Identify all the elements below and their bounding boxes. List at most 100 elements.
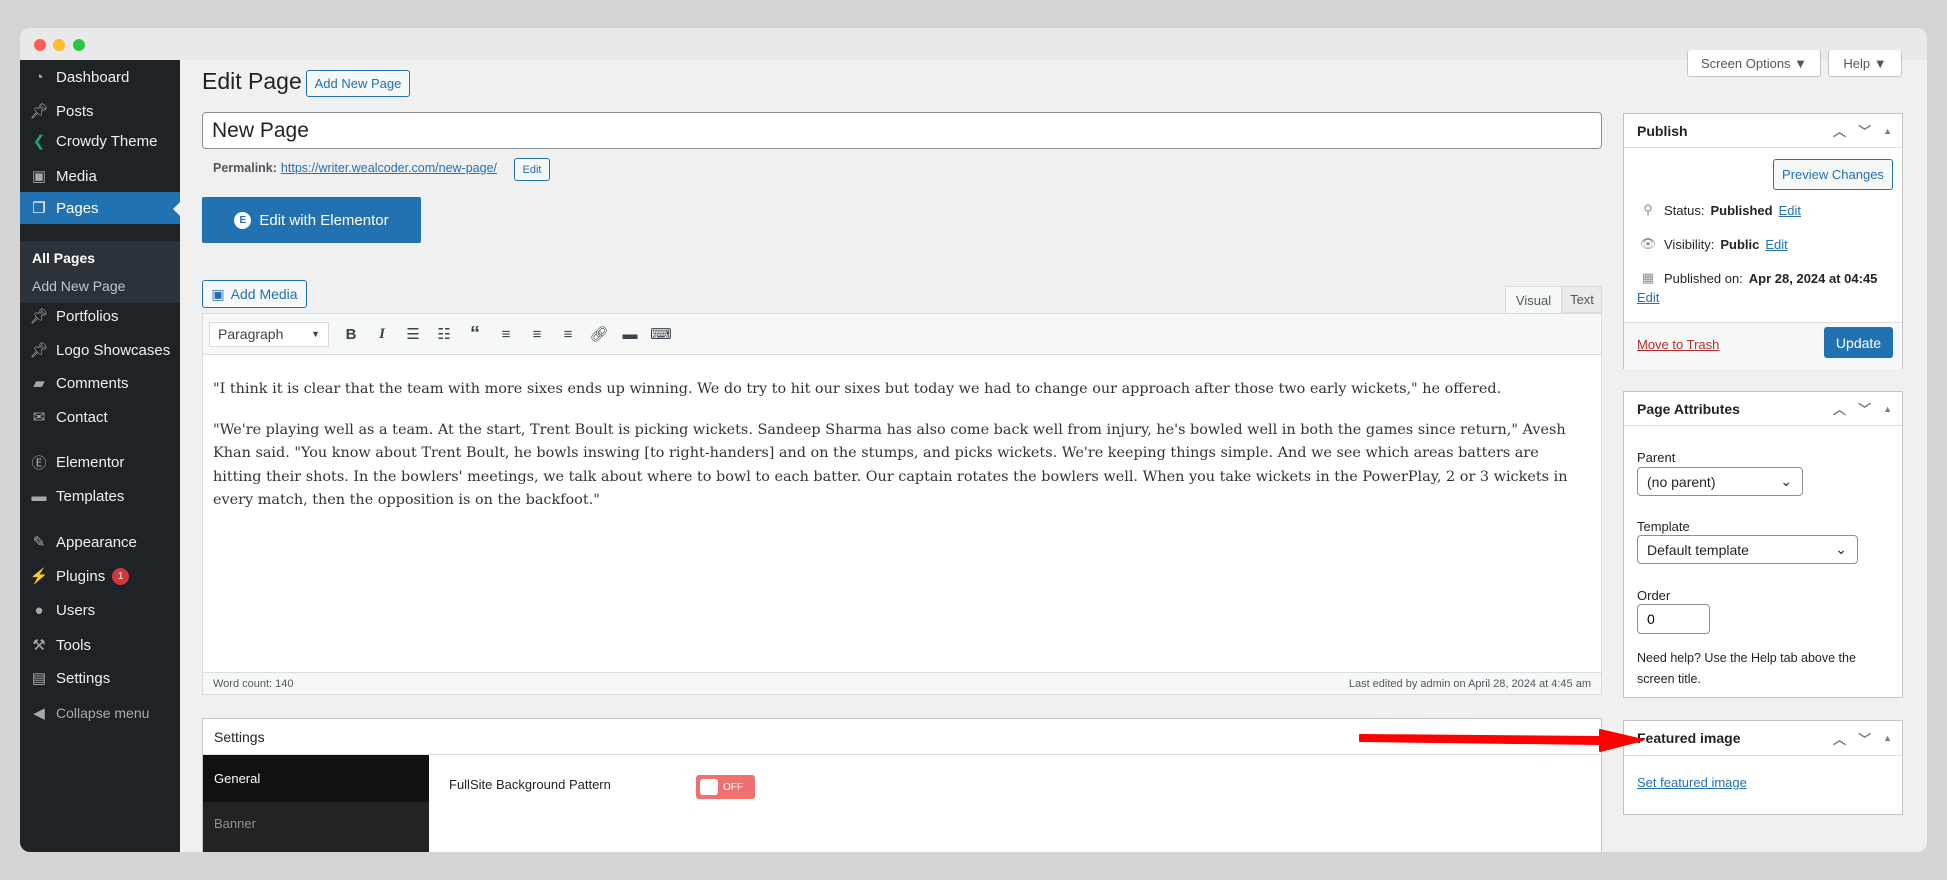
status-label: Status: bbox=[1664, 202, 1705, 218]
edit-with-elementor-button[interactable]: E Edit with Elementor bbox=[202, 197, 421, 243]
help-button[interactable]: Help ▼ bbox=[1828, 50, 1902, 77]
blockquote-icon[interactable]: “ bbox=[460, 323, 490, 346]
submenu-all-pages[interactable]: All Pages bbox=[32, 250, 95, 266]
sidebar-item-media[interactable]: ▣ Media bbox=[20, 159, 180, 193]
set-featured-image-link[interactable]: Set featured image bbox=[1637, 775, 1747, 790]
sidebar-item-portfolios[interactable]: 📌︎ Portfolios bbox=[20, 299, 180, 333]
settings-tab-banner[interactable]: Banner bbox=[203, 802, 429, 852]
sidebar-item-appearance[interactable]: ✎ Appearance bbox=[20, 525, 180, 559]
order-input[interactable] bbox=[1637, 604, 1710, 634]
sidebar-item-posts[interactable]: 📌︎ Posts bbox=[20, 94, 180, 128]
sidebar-item-settings[interactable]: ▤ Settings bbox=[20, 661, 180, 695]
sidebar-item-tools[interactable]: ⚒ Tools bbox=[20, 628, 180, 662]
sidebar-item-label: Collapse menu bbox=[56, 705, 150, 721]
add-new-page-button[interactable]: Add New Page bbox=[306, 70, 410, 97]
pin-icon: 📌︎ bbox=[29, 308, 49, 325]
toolbar-toggle-icon[interactable]: ⌨ bbox=[646, 325, 676, 343]
minimize-window-button[interactable] bbox=[53, 39, 65, 51]
elementor-button-label: Edit with Elementor bbox=[259, 211, 389, 229]
maximize-window-button[interactable] bbox=[73, 39, 85, 51]
move-to-trash-link[interactable]: Move to Trash bbox=[1637, 337, 1719, 352]
add-media-label: Add Media bbox=[230, 286, 298, 302]
read-more-icon[interactable]: ▬ bbox=[615, 326, 645, 343]
align-right-icon[interactable]: ≡ bbox=[553, 326, 583, 343]
sidebar-item-label: Tools bbox=[56, 636, 92, 654]
format-select[interactable]: Paragraph ▼ bbox=[209, 321, 329, 347]
add-media-button[interactable]: ▣ Add Media bbox=[202, 280, 307, 308]
format-value: Paragraph bbox=[218, 326, 284, 342]
move-down-icon[interactable]: ﹀ bbox=[1858, 121, 1871, 140]
post-title-input[interactable] bbox=[202, 112, 1602, 149]
link-icon[interactable]: 🔗︎ bbox=[584, 325, 614, 343]
title-bar bbox=[20, 28, 1927, 60]
elementor-icon: Ⓔ bbox=[31, 454, 47, 472]
user-icon: ● bbox=[34, 601, 44, 619]
collapse-toggle-icon[interactable]: ▲ bbox=[1883, 126, 1892, 136]
visibility-label: Visibility: bbox=[1664, 236, 1715, 252]
pages-icon: ❐ bbox=[32, 200, 46, 217]
italic-icon[interactable]: I bbox=[367, 326, 397, 343]
sidebar-item-collapse-menu[interactable]: ◀ Collapse menu bbox=[20, 696, 180, 730]
sidebar-item-users[interactable]: ● Users bbox=[20, 593, 180, 627]
permalink-link[interactable]: https://writer.wealcoder.com/new-page/ bbox=[281, 161, 497, 175]
wrench-icon: ⚒ bbox=[32, 637, 46, 654]
align-left-icon[interactable]: ≡ bbox=[491, 326, 521, 343]
sidebar-item-label: Users bbox=[56, 601, 96, 619]
pin-icon: 📌︎ bbox=[29, 103, 49, 120]
tab-text[interactable]: Text bbox=[1562, 286, 1602, 313]
move-down-icon[interactable]: ﹀ bbox=[1858, 399, 1871, 418]
sidebar-item-elementor[interactable]: Ⓔ Elementor bbox=[20, 445, 180, 479]
move-up-icon[interactable]: ︿ bbox=[1833, 729, 1846, 748]
paragraph: "I think it is clear that the team with … bbox=[213, 381, 1502, 397]
published-label: Published on: bbox=[1664, 270, 1743, 286]
parent-select[interactable]: (no parent) ⌄ bbox=[1637, 467, 1803, 496]
bold-icon[interactable]: B bbox=[336, 326, 366, 343]
align-center-icon[interactable]: ≡ bbox=[522, 326, 552, 343]
editor-content[interactable]: "I think it is clear that the team with … bbox=[213, 378, 1589, 530]
edit-date-link[interactable]: Edit bbox=[1637, 290, 1659, 305]
pin-icon: ⚲ bbox=[1643, 202, 1653, 217]
move-down-icon[interactable]: ﹀ bbox=[1858, 729, 1871, 748]
permalink-edit-button[interactable]: Edit bbox=[514, 158, 550, 181]
sidebar-item-label: Templates bbox=[56, 487, 125, 505]
edit-visibility-link[interactable]: Edit bbox=[1765, 237, 1787, 252]
fullsite-pattern-toggle[interactable]: OFF bbox=[696, 775, 755, 799]
sidebar-item-label: Crowdy Theme bbox=[56, 132, 158, 150]
sidebar-item-label: Settings bbox=[56, 669, 111, 687]
publish-actions: Move to Trash Update bbox=[1624, 322, 1902, 369]
sidebar-item-crowdy-theme[interactable]: ❮ Crowdy Theme bbox=[20, 124, 180, 158]
word-count: Word count: 140 bbox=[213, 677, 294, 690]
browser-window: All Pages Add New Page ◔ Dashboard 📌︎ Posts… bbox=[20, 28, 1927, 852]
toggle-knob bbox=[700, 779, 718, 795]
screen-options-button[interactable]: Screen Options ▼ bbox=[1687, 50, 1821, 77]
sidebar-item-label: Elementor bbox=[56, 453, 125, 471]
calendar-icon: ▦ bbox=[1641, 270, 1655, 285]
close-window-button[interactable] bbox=[34, 39, 46, 51]
elementor-icon: E bbox=[234, 211, 252, 229]
visibility-value: Public bbox=[1720, 236, 1760, 252]
collapse-toggle-icon[interactable]: ▲ bbox=[1883, 404, 1892, 414]
sidebar-item-contact[interactable]: ✉ Contact bbox=[20, 400, 180, 434]
mail-icon: ✉ bbox=[32, 409, 46, 426]
move-up-icon[interactable]: ︿ bbox=[1833, 121, 1846, 140]
move-up-icon[interactable]: ︿ bbox=[1833, 399, 1846, 418]
sidebar-item-dashboard[interactable]: ◔ Dashboard bbox=[20, 60, 180, 94]
sidebar-item-logo-showcases[interactable]: 📌︎ Logo Showcases bbox=[20, 333, 180, 367]
sidebar-item-plugins[interactable]: ⚡ Plugins 1 bbox=[20, 559, 180, 593]
template-select[interactable]: Default template ⌄ bbox=[1637, 535, 1858, 564]
bullet-list-icon[interactable]: ☰ bbox=[398, 325, 428, 343]
update-count-badge: 1 bbox=[112, 567, 130, 585]
tab-visual[interactable]: Visual bbox=[1505, 286, 1562, 314]
sidebar-item-pages[interactable]: ❐ Pages bbox=[20, 192, 180, 224]
sidebar-item-label: Plugins bbox=[56, 567, 106, 585]
preview-changes-button[interactable]: Preview Changes bbox=[1773, 159, 1893, 190]
submenu-add-new-page[interactable]: Add New Page bbox=[32, 278, 125, 294]
update-button[interactable]: Update bbox=[1824, 327, 1893, 358]
settings-tab-general[interactable]: General bbox=[203, 755, 429, 802]
template-value: Default template bbox=[1647, 541, 1749, 558]
sidebar-item-comments[interactable]: ▰ Comments bbox=[20, 366, 180, 400]
collapse-toggle-icon[interactable]: ▲ bbox=[1883, 733, 1892, 743]
numbered-list-icon[interactable]: ☷ bbox=[429, 325, 459, 343]
sidebar-item-templates[interactable]: ▬ Templates bbox=[20, 479, 180, 513]
edit-status-link[interactable]: Edit bbox=[1779, 203, 1801, 218]
